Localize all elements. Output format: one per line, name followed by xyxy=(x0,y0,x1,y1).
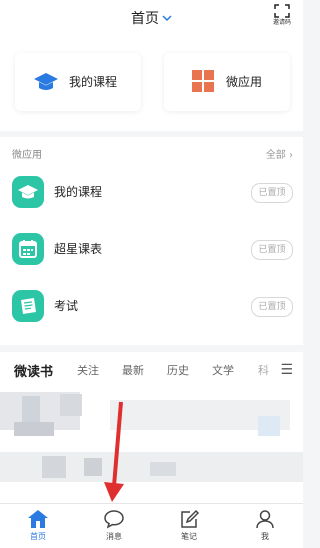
micro-apps-card-label: 微应用 xyxy=(226,75,263,89)
app-row-schedule[interactable]: 超星课表 已置顶 xyxy=(0,229,303,269)
invite-code-label: 邀请码 xyxy=(272,19,291,26)
tab-weidushu[interactable]: 微读书 xyxy=(14,361,53,380)
nav-label: 笔记 xyxy=(181,532,197,541)
nav-label: 消息 xyxy=(106,532,122,541)
top-bar: 首页 邀请码 xyxy=(0,0,303,36)
calendar-icon xyxy=(12,233,44,265)
invite-code-button[interactable]: 邀请码 xyxy=(269,4,295,26)
content-feed xyxy=(0,386,303,503)
tab-science[interactable]: 科 xyxy=(258,362,269,378)
view-all-link[interactable]: 全部 › xyxy=(266,146,293,161)
annotation-arrow xyxy=(104,401,124,502)
tab-history[interactable]: 历史 xyxy=(167,362,189,378)
exam-icon xyxy=(12,290,44,322)
micro-apps-card[interactable]: 微应用 xyxy=(164,53,290,111)
home-icon xyxy=(28,510,48,528)
nav-messages[interactable]: 消息 xyxy=(94,509,134,542)
scan-icon xyxy=(274,4,290,18)
pinned-badge[interactable]: 已置顶 xyxy=(251,183,293,203)
page-title-dropdown[interactable]: 首页 xyxy=(0,8,303,28)
quick-access-area: 我的课程 微应用 xyxy=(0,36,303,131)
bottom-navigation: 首页 消息 笔记 我 xyxy=(0,503,303,548)
section-title: 微应用 xyxy=(12,150,42,161)
tab-latest[interactable]: 最新 xyxy=(122,362,144,378)
user-icon xyxy=(256,510,274,529)
graduation-cap-icon xyxy=(33,70,59,98)
page-title: 首页 xyxy=(131,11,159,27)
app-name: 我的课程 xyxy=(54,185,103,199)
app-name: 超星课表 xyxy=(54,242,103,256)
nav-label: 我 xyxy=(261,532,269,541)
grid-icon xyxy=(192,70,214,96)
pinned-badge[interactable]: 已置顶 xyxy=(251,240,293,260)
category-tabs: 微读书 关注 最新 历史 文学 科 ☰ xyxy=(0,352,303,386)
nav-notes[interactable]: 笔记 xyxy=(169,509,209,542)
menu-icon[interactable]: ☰ xyxy=(280,362,293,378)
tab-follow[interactable]: 关注 xyxy=(77,362,99,378)
pinned-badge[interactable]: 已置顶 xyxy=(251,297,293,317)
chevron-down-icon xyxy=(162,9,172,25)
app-row-my-courses[interactable]: 我的课程 已置顶 xyxy=(0,172,303,212)
my-courses-card[interactable]: 我的课程 xyxy=(15,53,141,111)
app-row-exam[interactable]: 考试 已置顶 xyxy=(0,286,303,326)
chat-bubble-icon xyxy=(104,510,124,529)
app-name: 考试 xyxy=(54,299,79,313)
graduation-cap-icon xyxy=(12,176,44,208)
tab-literature[interactable]: 文学 xyxy=(212,362,234,378)
micro-apps-section: 微应用 全部 › 我的课程 已置顶 超星课表 已置顶 考试 已置顶 xyxy=(0,137,303,345)
nav-home[interactable]: 首页 xyxy=(18,509,58,542)
nav-label: 首页 xyxy=(30,532,46,541)
nav-me[interactable]: 我 xyxy=(245,509,285,542)
my-courses-card-label: 我的课程 xyxy=(69,75,118,89)
note-edit-icon xyxy=(181,509,200,528)
